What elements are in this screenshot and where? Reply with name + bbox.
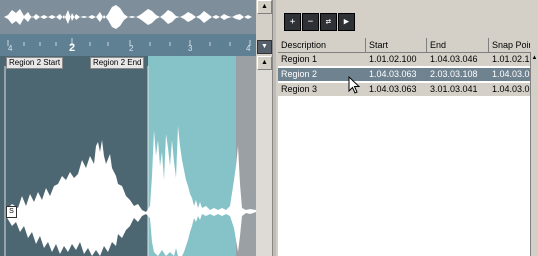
cell-start: 1.04.03.063 [369, 69, 417, 79]
ruler-tick-label: 4 [246, 44, 251, 53]
cell-snap-point: 1.01.02.1 [492, 54, 530, 64]
cell-description: Region 1 [281, 54, 318, 64]
editor-vertical-scrollbar[interactable]: ▲ ▼ ▲ [256, 0, 272, 256]
column-description[interactable]: Description [278, 38, 366, 52]
region-toolbar: + − ⇄ ▶ [276, 0, 538, 38]
table-header: Description Start End Snap Point [278, 38, 530, 53]
overview-waveform [0, 0, 256, 34]
table-row[interactable]: Region 1 1.01.02.100 1.04.03.046 1.01.02… [278, 53, 530, 66]
cell-end: 1.04.03.046 [430, 54, 478, 64]
waveform-graphic [0, 56, 256, 256]
play-region-icon[interactable]: ▶ [338, 13, 355, 31]
table-row[interactable]: Region 2 1.04.03.063 2.03.03.108 1.04.03… [278, 68, 530, 81]
region-table: Description Start End Snap Point Region … [278, 38, 530, 256]
column-end[interactable]: End [427, 38, 489, 52]
cell-start: 1.04.03.063 [369, 84, 417, 94]
region-list-panel: + − ⇄ ▶ Description Start End Snap Point… [276, 0, 538, 256]
cell-end: 3.01.03.041 [430, 84, 478, 94]
ruler-ticks [7, 38, 251, 46]
ruler-tick-label: 4 [8, 44, 13, 53]
timeline-ruler[interactable]: 4 2 2 3 4 [0, 34, 256, 56]
column-start[interactable]: Start [366, 38, 427, 52]
region-end-marker[interactable]: Region 2 End [90, 57, 145, 69]
sample-editor: 4 2 2 3 4 Region 2 Start Region 2 End S … [0, 0, 272, 256]
cell-snap-point: 1.04.03.0 [492, 69, 530, 79]
zoom-menu-icon[interactable]: ▼ [257, 40, 272, 54]
ruler-tick-label: 2 [129, 44, 134, 53]
mouse-pointer-icon [348, 76, 361, 94]
scroll-up-arrow-icon[interactable]: ▲ [257, 56, 272, 70]
scroll-up-icon[interactable]: ▲ [257, 0, 272, 14]
remove-region-icon[interactable]: − [302, 13, 319, 31]
waveform-display[interactable] [0, 56, 256, 256]
snap-point-marker[interactable]: S [6, 206, 17, 218]
waveform-overview[interactable] [0, 0, 256, 34]
ruler-tick-label: 3 [188, 44, 193, 53]
scroll-up-icon[interactable]: ▲ [531, 54, 538, 63]
list-vertical-scrollbar[interactable]: ▲ [530, 52, 538, 256]
cell-snap-point: 1.04.03.0 [492, 84, 530, 94]
scroll-track[interactable] [256, 70, 272, 256]
cell-end: 2.03.03.108 [430, 69, 478, 79]
add-region-icon[interactable]: + [284, 13, 301, 31]
column-snap-point[interactable]: Snap Point [489, 38, 530, 52]
cell-start: 1.01.02.100 [369, 54, 417, 64]
table-row[interactable]: Region 3 1.04.03.063 3.01.03.041 1.04.03… [278, 83, 530, 96]
select-in-event-icon[interactable]: ⇄ [320, 13, 337, 31]
region-start-marker[interactable]: Region 2 Start [6, 57, 64, 69]
ruler-tick-label: 2 [69, 42, 76, 54]
